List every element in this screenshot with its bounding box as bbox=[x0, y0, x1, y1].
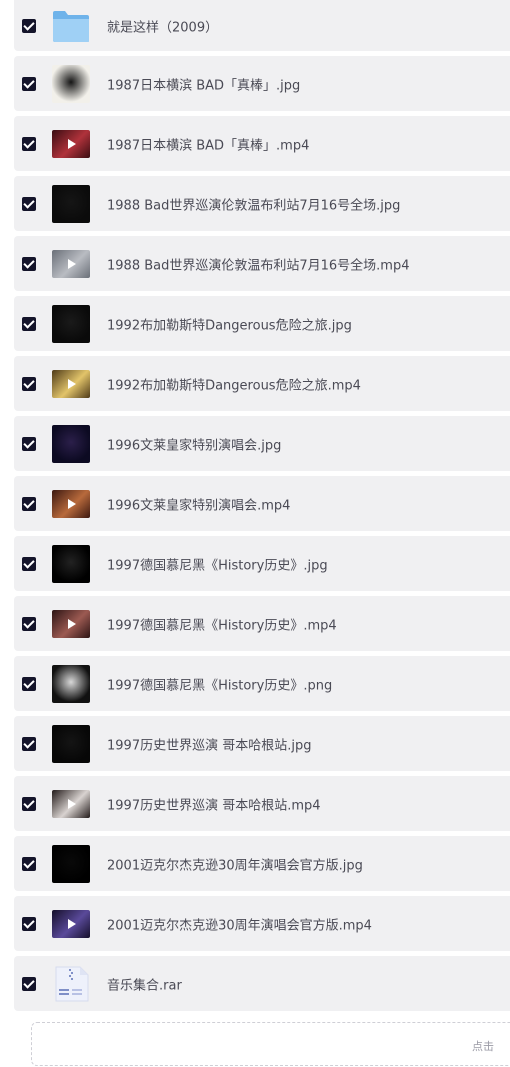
video-thumbnail bbox=[52, 129, 90, 158]
file-row[interactable]: 1996文莱皇家特别演唱会.mp4 bbox=[14, 476, 510, 531]
file-name: 1997德国慕尼黑《History历史》.png bbox=[107, 678, 333, 693]
video-thumbnail bbox=[52, 249, 90, 278]
upload-dropzone[interactable]: 点击 bbox=[31, 1022, 510, 1066]
image-thumbnail bbox=[52, 64, 90, 103]
play-icon bbox=[68, 378, 76, 389]
file-row[interactable]: 1997德国慕尼黑《History历史》.png bbox=[14, 656, 510, 711]
video-thumbnail bbox=[52, 789, 90, 818]
archive-icon bbox=[52, 965, 90, 1003]
video-thumbnail bbox=[52, 489, 90, 518]
file-name: 2001迈克尔杰克逊30周年演唱会官方版.jpg bbox=[107, 858, 363, 873]
checkbox-checked-icon[interactable] bbox=[22, 436, 36, 451]
checkbox-checked-icon[interactable] bbox=[22, 676, 36, 691]
checkbox-checked-icon[interactable] bbox=[22, 136, 36, 151]
file-name: 就是这样（2009） bbox=[107, 20, 219, 35]
image-thumbnail bbox=[52, 424, 90, 463]
file-list: 就是这样（2009） 1987日本横滨 BAD「真棒」.jpg 1987日本横滨 B… bbox=[14, 0, 510, 1016]
checkbox-checked-icon[interactable] bbox=[22, 316, 36, 331]
image-thumbnail bbox=[52, 664, 90, 703]
image-thumbnail bbox=[52, 544, 90, 583]
file-row[interactable]: 就是这样（2009） bbox=[14, 0, 510, 51]
file-name: 1996文莱皇家特别演唱会.mp4 bbox=[107, 498, 291, 513]
play-icon bbox=[68, 798, 76, 809]
image-thumbnail bbox=[52, 184, 90, 223]
file-row[interactable]: 1997历史世界巡演 哥本哈根站.mp4 bbox=[14, 776, 510, 831]
checkbox-checked-icon[interactable] bbox=[22, 916, 36, 931]
image-thumbnail bbox=[52, 304, 90, 343]
video-thumbnail bbox=[52, 609, 90, 638]
file-row[interactable]: 1997德国慕尼黑《History历史》.mp4 bbox=[14, 596, 510, 651]
file-name: 音乐集合.rar bbox=[107, 978, 182, 993]
file-name: 1997德国慕尼黑《History历史》.mp4 bbox=[107, 618, 337, 633]
file-name: 1992布加勒斯特Dangerous危险之旅.jpg bbox=[107, 318, 352, 333]
file-row[interactable]: 2001迈克尔杰克逊30周年演唱会官方版.jpg bbox=[14, 836, 510, 891]
file-name: 1992布加勒斯特Dangerous危险之旅.mp4 bbox=[107, 378, 361, 393]
file-name: 1987日本横滨 BAD「真棒」.mp4 bbox=[107, 138, 310, 153]
file-name: 1988 Bad世界巡演伦敦温布利站7月16号全场.jpg bbox=[107, 198, 401, 213]
checkbox-checked-icon[interactable] bbox=[22, 736, 36, 751]
checkbox-checked-icon[interactable] bbox=[22, 496, 36, 511]
file-row[interactable]: 1987日本横滨 BAD「真棒」.jpg bbox=[14, 56, 510, 111]
play-icon bbox=[68, 618, 76, 629]
checkbox-checked-icon[interactable] bbox=[22, 616, 36, 631]
play-icon bbox=[68, 498, 76, 509]
play-icon bbox=[68, 258, 76, 269]
file-row[interactable]: 1992布加勒斯特Dangerous危险之旅.mp4 bbox=[14, 356, 510, 411]
file-row[interactable]: 1997历史世界巡演 哥本哈根站.jpg bbox=[14, 716, 510, 771]
checkbox-checked-icon[interactable] bbox=[22, 556, 36, 571]
file-row[interactable]: 音乐集合.rar bbox=[14, 956, 510, 1011]
image-thumbnail bbox=[52, 724, 90, 763]
checkbox-checked-icon[interactable] bbox=[22, 18, 36, 33]
file-row[interactable]: 1996文莱皇家特别演唱会.jpg bbox=[14, 416, 510, 471]
file-name: 1996文莱皇家特别演唱会.jpg bbox=[107, 438, 282, 453]
video-thumbnail bbox=[52, 909, 90, 938]
checkbox-checked-icon[interactable] bbox=[22, 856, 36, 871]
file-row[interactable]: 1992布加勒斯特Dangerous危险之旅.jpg bbox=[14, 296, 510, 351]
checkbox-checked-icon[interactable] bbox=[22, 256, 36, 271]
folder-icon bbox=[52, 7, 90, 45]
checkbox-checked-icon[interactable] bbox=[22, 796, 36, 811]
file-name: 2001迈克尔杰克逊30周年演唱会官方版.mp4 bbox=[107, 918, 372, 933]
video-thumbnail bbox=[52, 369, 90, 398]
play-icon bbox=[68, 918, 76, 929]
file-name: 1997历史世界巡演 哥本哈根站.jpg bbox=[107, 738, 312, 753]
file-name: 1997历史世界巡演 哥本哈根站.mp4 bbox=[107, 798, 321, 813]
play-icon bbox=[68, 138, 76, 149]
checkbox-checked-icon[interactable] bbox=[22, 196, 36, 211]
file-row[interactable]: 1988 Bad世界巡演伦敦温布利站7月16号全场.mp4 bbox=[14, 236, 510, 291]
image-thumbnail bbox=[52, 844, 90, 883]
file-name: 1997德国慕尼黑《History历史》.jpg bbox=[107, 558, 328, 573]
checkbox-checked-icon[interactable] bbox=[22, 76, 36, 91]
file-row[interactable]: 2001迈克尔杰克逊30周年演唱会官方版.mp4 bbox=[14, 896, 510, 951]
checkbox-checked-icon[interactable] bbox=[22, 376, 36, 391]
upload-hint: 点击 bbox=[472, 1040, 494, 1053]
checkbox-checked-icon[interactable] bbox=[22, 976, 36, 991]
file-name: 1987日本横滨 BAD「真棒」.jpg bbox=[107, 78, 301, 93]
file-row[interactable]: 1988 Bad世界巡演伦敦温布利站7月16号全场.jpg bbox=[14, 176, 510, 231]
file-row[interactable]: 1987日本横滨 BAD「真棒」.mp4 bbox=[14, 116, 510, 171]
file-row[interactable]: 1997德国慕尼黑《History历史》.jpg bbox=[14, 536, 510, 591]
file-name: 1988 Bad世界巡演伦敦温布利站7月16号全场.mp4 bbox=[107, 258, 410, 273]
